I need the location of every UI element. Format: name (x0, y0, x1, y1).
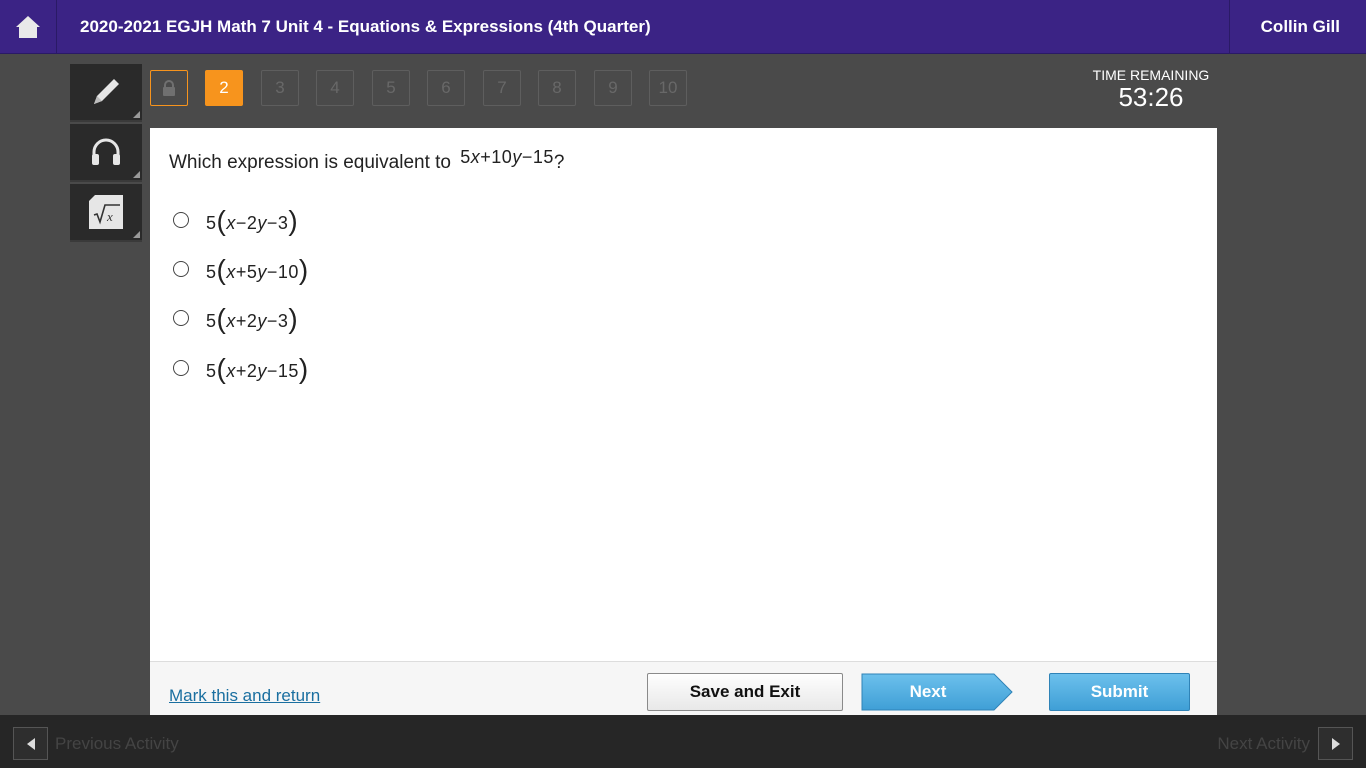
time-remaining-label: TIME REMAINING (1092, 67, 1210, 83)
question-nav-item[interactable]: 6 (427, 70, 465, 106)
next-activity-label: Next Activity (1217, 734, 1310, 753)
question-nav-item[interactable]: 7 (483, 70, 521, 106)
next-button-label: Next (909, 682, 947, 701)
question-nav-item[interactable]: 3 (261, 70, 299, 106)
math-tool-button[interactable]: x (70, 184, 142, 242)
question-prompt: Which expression is equivalent to (169, 152, 451, 173)
option-expression: 5(x−2y−3) (206, 205, 299, 236)
caret-right-icon (1331, 737, 1340, 750)
previous-activity-button[interactable] (13, 727, 48, 760)
pencil-icon (94, 79, 119, 104)
headphones-icon (92, 138, 120, 165)
next-button[interactable]: Next (861, 673, 1013, 711)
option-expression: 5(x+2y−15) (206, 353, 309, 384)
answer-option-b[interactable]: 5(x+5y−10) (173, 254, 309, 285)
caret-left-icon (26, 737, 35, 750)
question-nav-item[interactable]: 10 (649, 70, 687, 106)
math-sqrt-icon: x (89, 195, 123, 229)
home-button[interactable] (0, 0, 57, 54)
answer-option-d[interactable]: 5(x+2y−15) (173, 353, 309, 384)
home-icon (16, 16, 40, 38)
user-area[interactable]: Collin Gill (1229, 0, 1366, 54)
svg-text:x: x (106, 209, 113, 224)
user-name: Collin Gill (1260, 17, 1340, 36)
top-bar: 2020-2021 EGJH Math 7 Unit 4 - Equations… (0, 0, 1366, 54)
save-and-exit-button[interactable]: Save and Exit (647, 673, 843, 711)
tool-menu-corner (133, 171, 140, 178)
activity-nav-bar: Previous Activity Next Activity (0, 715, 1366, 768)
question-expression: 5x+10y−15 (460, 147, 554, 167)
lock-icon (163, 80, 175, 96)
option-expression: 5(x+2y−3) (206, 303, 299, 334)
radio-button[interactable] (173, 212, 189, 228)
question-nav-item[interactable]: 8 (538, 70, 576, 106)
mark-and-return-link[interactable]: Mark this and return (169, 686, 320, 706)
submit-button[interactable]: Submit (1049, 673, 1190, 711)
question-nav-locked[interactable] (150, 70, 188, 106)
question-nav-current[interactable]: 2 (205, 70, 243, 106)
pencil-tool-button[interactable] (70, 64, 142, 122)
audio-tool-button[interactable] (70, 124, 142, 182)
question-nav-item[interactable]: 4 (316, 70, 354, 106)
question-nav-item[interactable]: 9 (594, 70, 632, 106)
question-panel: Which expression is equivalent to 5x+10y… (150, 128, 1217, 661)
radio-button[interactable] (173, 310, 189, 326)
radio-button[interactable] (173, 261, 189, 277)
question-mark: ? (553, 152, 565, 173)
answer-option-a[interactable]: 5(x−2y−3) (173, 205, 299, 236)
tool-menu-corner (133, 231, 140, 238)
time-remaining-value: 53:26 (1118, 82, 1184, 112)
question-footer: Mark this and return Save and Exit Next … (150, 661, 1217, 715)
course-title: 2020-2021 EGJH Math 7 Unit 4 - Equations… (80, 17, 651, 36)
question-nav-item[interactable]: 5 (372, 70, 410, 106)
next-activity-button[interactable] (1318, 727, 1353, 760)
question-text: Which expression is equivalent to 5x+10y… (169, 147, 565, 174)
option-expression: 5(x+5y−10) (206, 254, 309, 285)
tool-menu-corner (133, 111, 140, 118)
radio-button[interactable] (173, 360, 189, 376)
answer-option-c[interactable]: 5(x+2y−3) (173, 303, 299, 334)
previous-activity-label: Previous Activity (55, 734, 179, 753)
